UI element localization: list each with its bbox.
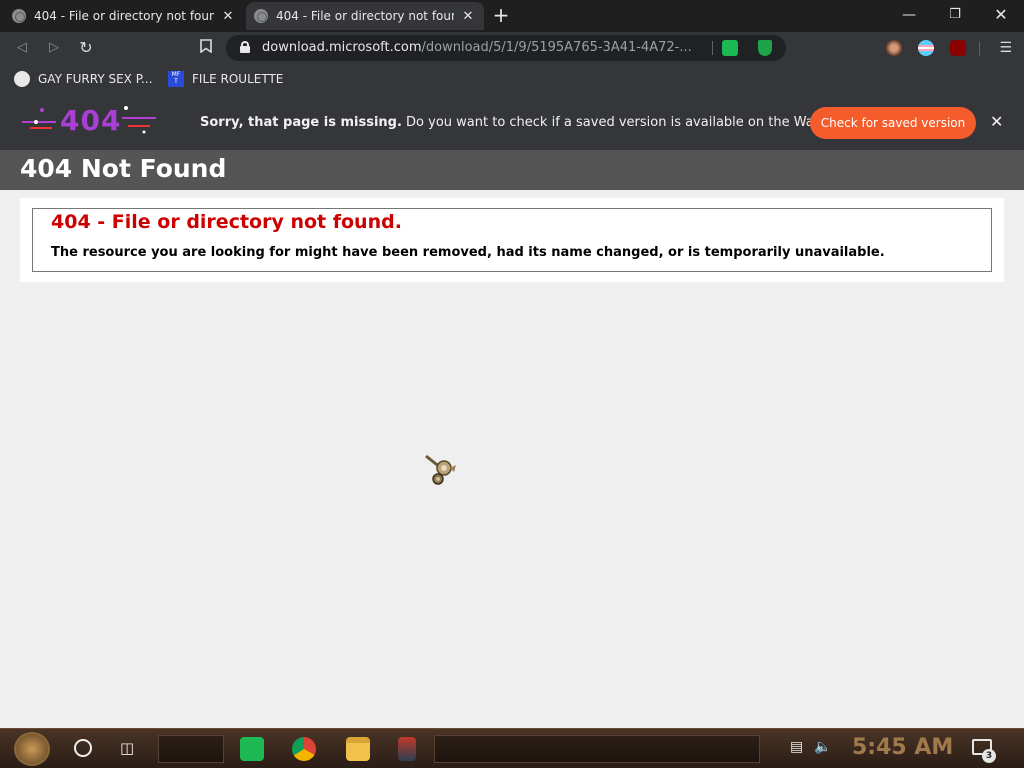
error-fieldset: 404 - File or directory not found. The r… [32,208,992,272]
content-box: 404 - File or directory not found. The r… [20,198,1004,282]
menu-icon[interactable]: ☰ [999,38,1012,58]
error-title: 404 - File or directory not found. [51,211,402,233]
ublock-icon[interactable] [950,40,966,56]
tab-2[interactable]: 404 - File or directory not found ✕ [246,2,484,30]
taskbar-slot [158,735,224,763]
globe-icon [14,71,30,87]
task-view-icon[interactable]: ◫ [120,739,134,757]
start-button[interactable] [14,732,50,766]
page-title: 404 Not Found [0,150,1024,190]
shield-icon[interactable] [758,40,772,56]
bookmark-label: FILE ROULETTE [192,72,284,86]
tab-1[interactable]: 404 - File or directory not found ✕ [4,2,244,30]
reload-button[interactable]: ↻ [76,38,96,58]
wayback-404-logo: 404 [22,104,162,140]
url-text[interactable]: download.microsoft.com/download/5/1/9/51… [262,40,692,55]
tab-close-icon[interactable]: ✕ [460,9,476,24]
bookmark-label: GAY FURRY SEX P... [38,72,153,86]
error-message: The resource you are looking for might h… [51,245,885,260]
bookmarks-bar: GAY FURRY SEX P... MF T FILE ROULETTE [0,64,1024,96]
clock[interactable]: 5:45 AM [852,735,953,760]
network-icon[interactable]: ▤ [790,739,803,755]
wayback-banner: 404 Sorry, that page is missing. Do you … [0,96,1024,150]
flag-extension-icon[interactable] [918,40,934,56]
close-icon[interactable]: ✕ [990,112,1003,131]
globe-icon [12,9,26,23]
tab-title: 404 - File or directory not found [34,9,214,23]
browser-toolbar: ◁ ▷ ↻ download.microsoft.com/download/5/… [0,32,1024,64]
forward-button[interactable]: ▷ [44,38,64,58]
green-extension-icon[interactable] [722,40,738,56]
minimize-button[interactable]: — [886,0,932,30]
bookmark-item[interactable]: MF T FILE ROULETTE [168,71,283,87]
tab-close-icon[interactable]: ✕ [220,9,236,24]
bookmark-item[interactable]: GAY FURRY SEX P... [14,71,153,87]
close-window-button[interactable]: ✕ [978,0,1024,30]
logo-text: 404 [60,104,122,137]
lock-icon[interactable] [240,41,250,53]
taskbar-slot [434,735,760,763]
globe-icon [254,9,268,23]
back-button[interactable]: ◁ [12,38,32,58]
restore-button[interactable]: ❐ [932,0,978,30]
tab-strip: 404 - File or directory not found ✕ 404 … [0,0,1024,32]
search-icon[interactable] [74,739,92,757]
steampunk-cursor-icon [424,454,460,488]
banner-message: Sorry, that page is missing. Do you want… [200,115,865,130]
address-bar[interactable]: download.microsoft.com/download/5/1/9/51… [226,35,786,61]
page-content: 404 Not Found 404 - File or directory no… [0,150,1024,728]
file-explorer-icon[interactable] [346,737,370,761]
bookmark-icon[interactable] [196,38,216,58]
volume-muted-icon[interactable]: 🔈 [814,739,831,755]
chrome-app-icon[interactable] [292,737,316,761]
taskbar: ◫ ▤ 🔈 5:45 AM 3 [0,728,1024,768]
file-roulette-icon: MF T [168,71,184,87]
profile-avatar-icon[interactable] [886,40,902,56]
check-saved-version-button[interactable]: Check for saved version [810,107,976,139]
new-tab-button[interactable]: + [490,4,512,26]
app-icon[interactable] [398,737,416,761]
spotify-app-icon[interactable] [240,737,264,761]
tab-title: 404 - File or directory not found [276,9,454,23]
notification-count-badge: 3 [982,749,996,763]
